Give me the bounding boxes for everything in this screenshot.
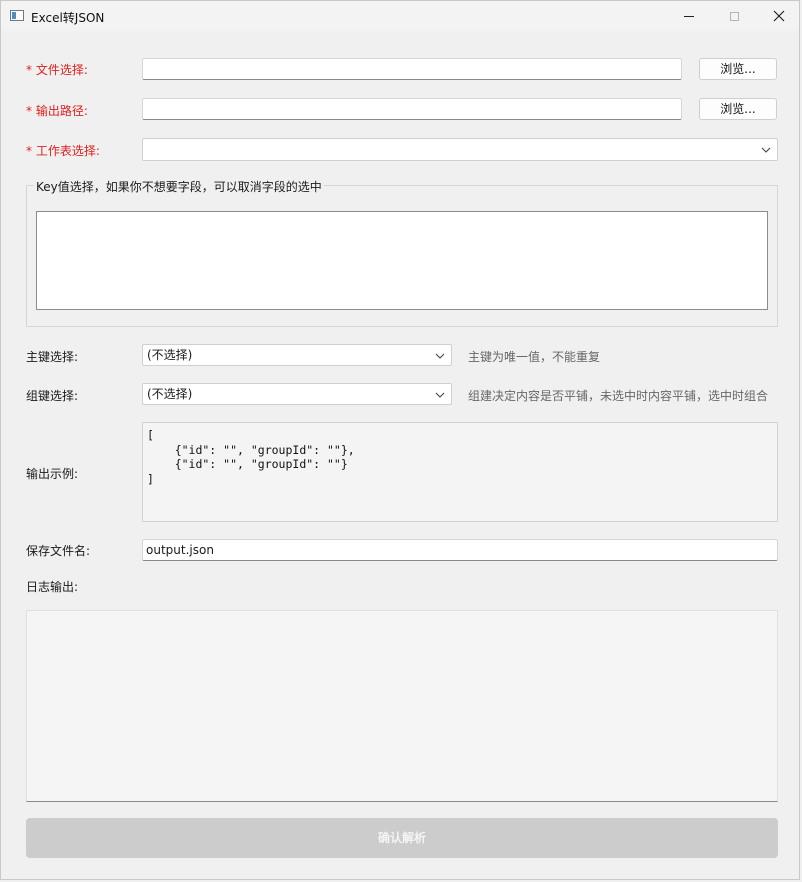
required-mark: * [26,63,36,77]
group-key-hint: 组建决定内容是否平铺，未选中时内容平铺，选中时组合 [468,389,769,403]
file-path-input[interactable] [142,58,682,80]
group-key-value: (不选择) [147,387,193,401]
log-output-label: 日志输出: [26,580,79,594]
primary-key-hint: 主键为唯一值，不能重复 [468,350,601,364]
output-sample-label: 输出示例: [26,467,79,481]
key-select-group-title: Key值选择，如果你不想要字段，可以取消字段的选中 [34,178,324,195]
minimize-icon [684,15,694,17]
save-filename-input[interactable]: output.json [142,539,778,561]
save-filename-label: 保存文件名: [26,544,91,558]
required-mark: * [26,104,36,118]
primary-key-value: (不选择) [147,348,193,362]
minimize-button[interactable] [666,1,712,31]
browse-output-button[interactable]: 浏览... [699,98,777,120]
chevron-down-icon [435,392,445,398]
window-title: Excel转JSON [31,11,105,25]
key-field-list[interactable] [36,211,768,310]
confirm-parse-button[interactable]: 确认解析 [26,818,778,858]
sheet-select-label: * 工作表选择: [26,144,100,158]
maximize-icon [729,11,739,21]
main-window: Excel转JSON * 文件选择: 浏览... * 输出路径: 浏览... *… [0,0,800,880]
chevron-down-icon [435,353,445,359]
primary-key-dropdown[interactable]: (不选择) [142,344,452,366]
app-icon [10,10,24,21]
close-button[interactable] [756,1,802,31]
output-sample-text: [ {"id": "", "groupId": ""}, {"id": "", … [142,422,778,522]
output-path-input[interactable] [142,98,682,120]
primary-key-label: 主键选择: [26,350,79,364]
sheet-select-dropdown[interactable] [142,138,778,161]
maximize-button[interactable] [711,1,757,31]
file-select-label: * 文件选择: [26,63,88,77]
close-icon [773,10,785,22]
title-bar: Excel转JSON [1,1,799,31]
output-path-label: * 输出路径: [26,104,88,118]
group-key-dropdown[interactable]: (不选择) [142,383,452,405]
browse-file-button[interactable]: 浏览... [699,58,777,80]
log-output-area[interactable] [26,610,778,802]
chevron-down-icon [761,147,771,153]
required-mark: * [26,144,36,158]
group-key-label: 组键选择: [26,389,79,403]
